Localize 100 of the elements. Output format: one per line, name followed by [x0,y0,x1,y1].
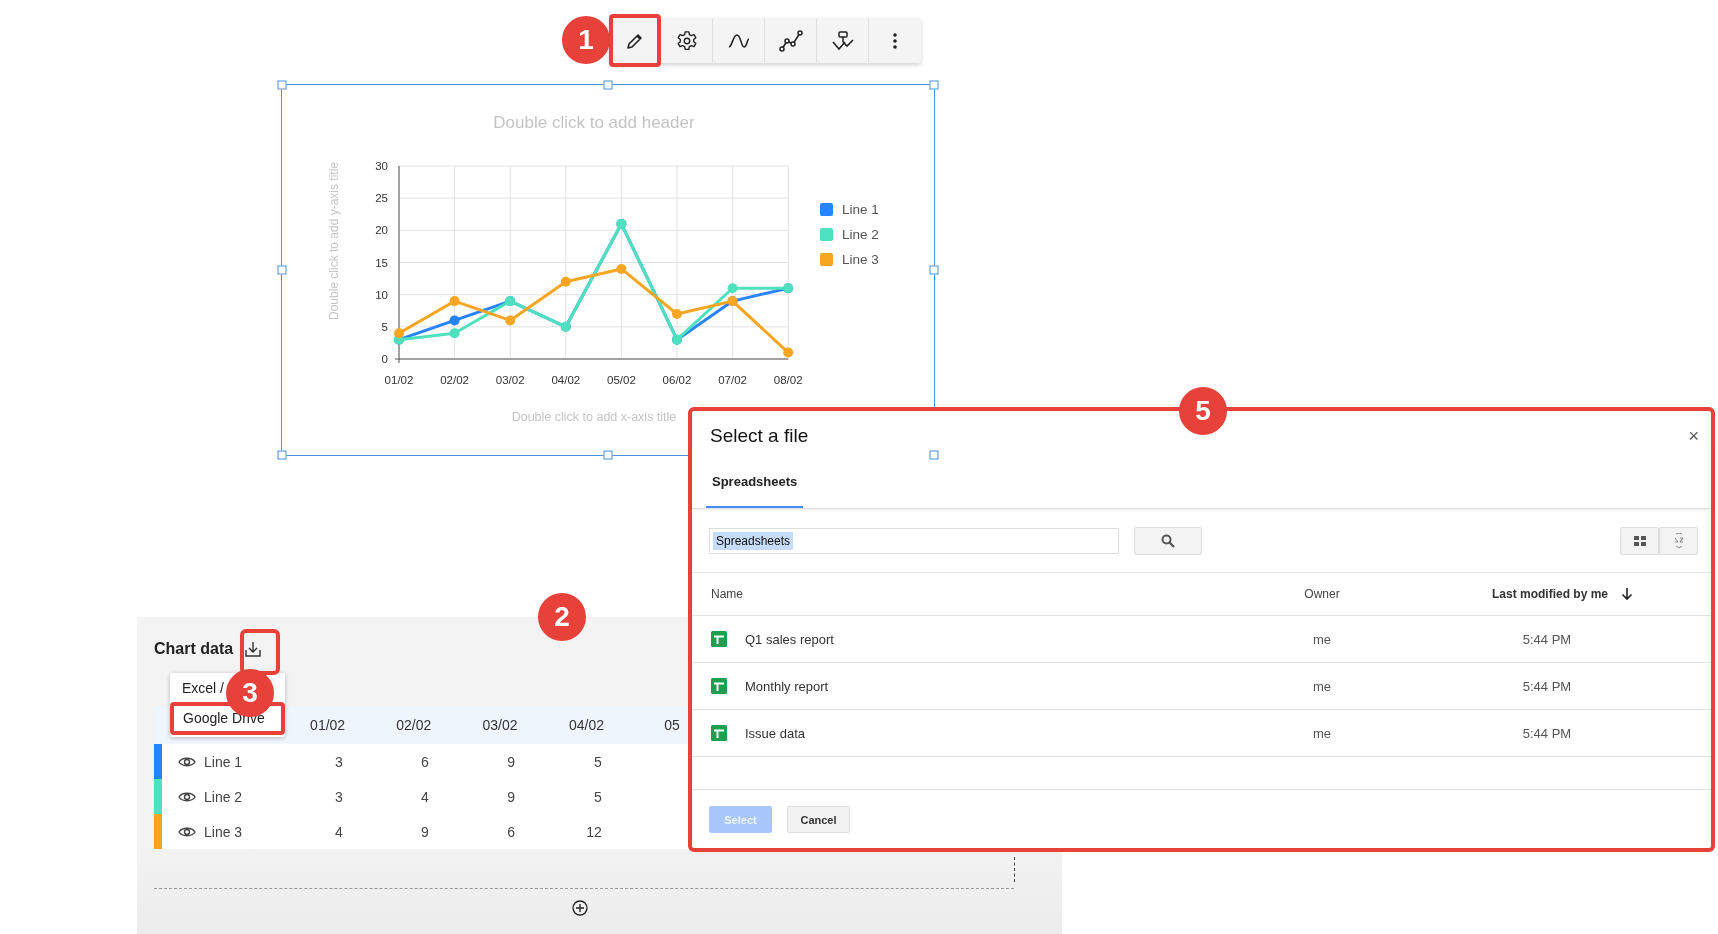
more-icon [892,31,898,50]
point [727,283,738,294]
y-tick-label: 0 [381,353,388,365]
y-tick-label: 20 [375,224,388,237]
table-cell: 12 [543,814,630,849]
file-modified: 5:44 PM [1521,678,1573,694]
point [783,347,794,358]
legend-label[interactable]: Line 3 [842,252,879,267]
point [672,308,682,319]
point [449,315,460,326]
eye-icon[interactable] [178,825,196,838]
column-header[interactable]: Owner [1292,587,1352,601]
resize-handle[interactable] [277,450,287,460]
eye-icon[interactable] [178,755,196,768]
search-field[interactable]: Spreadsheets [709,528,1119,554]
curve-icon [726,31,751,50]
x-tick-label: 01/02 [384,374,414,386]
x-tick-label: 03/02 [495,374,525,386]
series-name: Line 2 [204,788,243,805]
column-header: 01/02 [284,706,371,744]
file-name: Q1 sales report [745,631,834,647]
point [449,328,460,339]
file-row[interactable]: Issue data me 5:44 PM [692,710,1711,757]
table-cell: 5 [543,744,630,779]
table-cell: 9 [456,779,544,814]
line-chart-icon [778,29,803,52]
table-cell: 6 [370,744,457,779]
file-modified: 5:44 PM [1521,631,1573,647]
search-icon [1161,534,1175,548]
resize-handle[interactable] [929,80,939,90]
x-tick-label: 08/02 [773,374,803,386]
point [449,296,460,307]
table-cell: 5 [543,779,630,814]
table-cell: 6 [456,814,544,849]
x-tick-label: 07/02 [718,374,747,386]
y-tick-label: 5 [381,320,388,333]
legend-label[interactable]: Line 2 [842,227,879,242]
y-tick-label: 15 [375,256,388,269]
add-icon[interactable] [572,900,588,916]
download-icon [244,640,263,658]
y-tick-label: 30 [375,160,388,172]
menu-item[interactable]: Excel / [182,677,224,702]
tab[interactable]: Spreadsheets [706,474,804,508]
column-header: 04/02 [543,706,630,744]
resize-handle[interactable] [603,80,613,90]
step-number: 1 [562,16,610,64]
spreadsheet-icon [711,678,727,694]
column-header[interactable]: Last modified by me [1432,587,1608,601]
step-number: 2 [538,593,586,641]
resize-handle[interactable] [929,265,939,275]
sort-icon [1672,533,1685,549]
table-cell: 3 [284,744,371,779]
file-modified: 5:44 PM [1521,725,1573,741]
sort-arrow-icon[interactable] [1621,587,1633,601]
y-tick-label: 10 [375,288,388,301]
legend-label[interactable]: Line 1 [842,202,879,217]
x-tick-label: 05/02 [607,374,636,386]
table-cell: 9 [370,814,457,849]
y-tick-label: 25 [375,192,388,205]
point [394,328,404,339]
annotation-icon [830,29,855,52]
table-cell: 9 [456,744,544,779]
dialog-title: Select a file [710,425,809,447]
point [616,263,627,274]
file-row[interactable]: Monthly report me 5:44 PM [692,663,1711,710]
search-button[interactable] [1134,527,1202,555]
point [560,276,571,287]
x-tick-label: 04/02 [551,374,581,386]
x-tick-label: 06/02 [662,374,692,386]
grid-view-button[interactable] [1620,527,1659,555]
settings-icon [675,29,698,52]
panel-title: Chart data [154,640,234,658]
cancel-button[interactable]: Cancel [787,806,850,833]
legend-swatch [820,253,833,266]
file-owner: me [1311,631,1333,647]
resize-handle[interactable] [277,265,287,275]
file-name: Issue data [745,725,805,741]
file-owner: me [1311,725,1333,741]
table-cell: 4 [370,779,457,814]
series-name: Line 1 [204,753,243,770]
column-header[interactable]: Name [711,587,1271,601]
file-row[interactable]: Q1 sales report me 5:44 PM [692,616,1711,663]
file-owner: me [1311,678,1333,694]
legend-swatch [820,203,833,216]
column-header: 03/02 [456,706,544,744]
grid-icon [1633,536,1646,546]
spreadsheet-icon [711,725,727,741]
eye-icon[interactable] [178,790,196,803]
x-tick-label: 02/02 [440,374,469,386]
column-header: 02/02 [370,706,457,744]
step-number: 5 [1179,387,1227,435]
point [505,315,516,326]
resize-handle[interactable] [603,450,613,460]
spreadsheet-icon [711,631,727,647]
legend-swatch [820,228,833,241]
close-button[interactable]: × [1688,425,1699,447]
resize-handle[interactable] [277,80,287,90]
file-name: Monthly report [745,678,829,694]
table-cell: 3 [284,779,371,814]
series-name: Line 3 [204,823,243,840]
